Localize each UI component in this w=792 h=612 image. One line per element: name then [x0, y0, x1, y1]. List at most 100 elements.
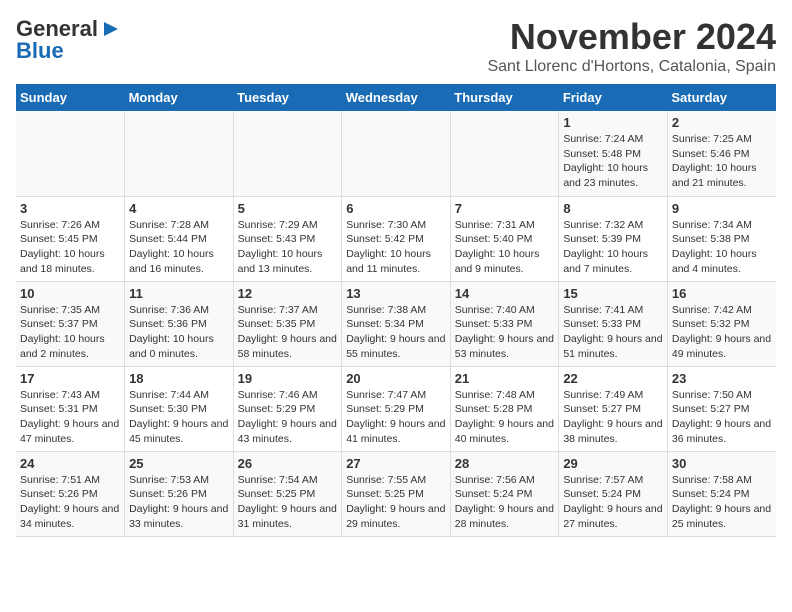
calendar-week-row: 24Sunrise: 7:51 AM Sunset: 5:26 PM Dayli…	[16, 451, 776, 536]
day-number: 25	[129, 456, 229, 471]
calendar-week-row: 17 Sunrise: 7:43 AM Sunset: 5:31 PM Dayli…	[16, 366, 776, 451]
day-info: Sunrise: 7:36 AM Sunset: 5:36 PM Dayligh…	[129, 303, 229, 362]
day-number: 21	[455, 371, 555, 386]
day-info: Sunrise: 7:24 AM Sunset: 5:48 PM Dayligh…	[563, 132, 663, 191]
day-info: Sunrise: 7:37 AM Sunset: 5:35 PM Dayligh…	[238, 303, 338, 362]
day-number: 10	[20, 286, 120, 301]
calendar-week-row: 10 Sunrise: 7:35 AM Sunset: 5:37 PM Dayli…	[16, 281, 776, 366]
calendar-cell: 18 Sunrise: 7:44 AM Sunset: 5:30 PM Dayli…	[125, 366, 234, 451]
calendar-cell: 21 Sunrise: 7:48 AM Sunset: 5:28 PM Dayli…	[450, 366, 559, 451]
day-number: 13	[346, 286, 446, 301]
calendar-cell: 13 Sunrise: 7:38 AM Sunset: 5:34 PM Dayli…	[342, 281, 451, 366]
calendar-cell: 15 Sunrise: 7:41 AM Sunset: 5:33 PM Dayli…	[559, 281, 668, 366]
calendar-cell: 24Sunrise: 7:51 AM Sunset: 5:26 PM Dayli…	[16, 451, 125, 536]
day-info: Sunrise: 7:35 AM Sunset: 5:37 PM Dayligh…	[20, 303, 120, 362]
day-info: Sunrise: 7:46 AM Sunset: 5:29 PM Dayligh…	[238, 388, 338, 447]
day-number: 7	[455, 201, 555, 216]
day-info: Sunrise: 7:25 AM Sunset: 5:46 PM Dayligh…	[672, 132, 772, 191]
calendar-cell: 17 Sunrise: 7:43 AM Sunset: 5:31 PM Dayli…	[16, 366, 125, 451]
day-number: 30	[672, 456, 772, 471]
calendar-cell: 3 Sunrise: 7:26 AM Sunset: 5:45 PM Daylig…	[16, 196, 125, 281]
day-number: 27	[346, 456, 446, 471]
day-number: 2	[672, 115, 772, 130]
day-number: 8	[563, 201, 663, 216]
calendar-cell	[233, 111, 342, 196]
calendar-cell: 26Sunrise: 7:54 AM Sunset: 5:25 PM Dayli…	[233, 451, 342, 536]
calendar-header-friday: Friday	[559, 84, 668, 111]
day-number: 19	[238, 371, 338, 386]
day-info: Sunrise: 7:49 AM Sunset: 5:27 PM Dayligh…	[563, 388, 663, 447]
day-info: Sunrise: 7:40 AM Sunset: 5:33 PM Dayligh…	[455, 303, 555, 362]
calendar-header-sunday: Sunday	[16, 84, 125, 111]
day-info: Sunrise: 7:54 AM Sunset: 5:25 PM Dayligh…	[238, 473, 338, 532]
day-info: Sunrise: 7:28 AM Sunset: 5:44 PM Dayligh…	[129, 218, 229, 277]
calendar-cell: 1 Sunrise: 7:24 AM Sunset: 5:48 PM Daylig…	[559, 111, 668, 196]
calendar-cell: 16Sunrise: 7:42 AM Sunset: 5:32 PM Dayli…	[667, 281, 776, 366]
calendar-table: SundayMondayTuesdayWednesdayThursdayFrid…	[16, 84, 776, 537]
day-info: Sunrise: 7:41 AM Sunset: 5:33 PM Dayligh…	[563, 303, 663, 362]
logo: General Blue	[16, 16, 122, 64]
day-info: Sunrise: 7:47 AM Sunset: 5:29 PM Dayligh…	[346, 388, 446, 447]
day-info: Sunrise: 7:32 AM Sunset: 5:39 PM Dayligh…	[563, 218, 663, 277]
day-number: 14	[455, 286, 555, 301]
calendar-cell: 23 Sunrise: 7:50 AM Sunset: 5:27 PM Dayli…	[667, 366, 776, 451]
calendar-cell: 28 Sunrise: 7:56 AM Sunset: 5:24 PM Dayli…	[450, 451, 559, 536]
calendar-cell	[342, 111, 451, 196]
day-number: 4	[129, 201, 229, 216]
day-number: 18	[129, 371, 229, 386]
calendar-cell: 27 Sunrise: 7:55 AM Sunset: 5:25 PM Dayli…	[342, 451, 451, 536]
calendar-cell: 30 Sunrise: 7:58 AM Sunset: 5:24 PM Dayli…	[667, 451, 776, 536]
day-info: Sunrise: 7:29 AM Sunset: 5:43 PM Dayligh…	[238, 218, 338, 277]
calendar-cell: 4 Sunrise: 7:28 AM Sunset: 5:44 PM Daylig…	[125, 196, 234, 281]
calendar-header-wednesday: Wednesday	[342, 84, 451, 111]
calendar-cell: 29 Sunrise: 7:57 AM Sunset: 5:24 PM Dayli…	[559, 451, 668, 536]
day-info: Sunrise: 7:34 AM Sunset: 5:38 PM Dayligh…	[672, 218, 772, 277]
calendar-cell: 6 Sunrise: 7:30 AM Sunset: 5:42 PM Daylig…	[342, 196, 451, 281]
day-number: 1	[563, 115, 663, 130]
calendar-cell	[450, 111, 559, 196]
calendar-cell: 14 Sunrise: 7:40 AM Sunset: 5:33 PM Dayli…	[450, 281, 559, 366]
logo-blue-text: Blue	[16, 38, 64, 64]
day-number: 12	[238, 286, 338, 301]
page-header: General Blue November 2024 Sant Llorenc …	[16, 16, 776, 76]
day-info: Sunrise: 7:44 AM Sunset: 5:30 PM Dayligh…	[129, 388, 229, 447]
calendar-cell	[125, 111, 234, 196]
day-info: Sunrise: 7:26 AM Sunset: 5:45 PM Dayligh…	[20, 218, 120, 277]
calendar-cell: 22 Sunrise: 7:49 AM Sunset: 5:27 PM Dayli…	[559, 366, 668, 451]
day-number: 5	[238, 201, 338, 216]
day-info: Sunrise: 7:57 AM Sunset: 5:24 PM Dayligh…	[563, 473, 663, 532]
day-info: Sunrise: 7:55 AM Sunset: 5:25 PM Dayligh…	[346, 473, 446, 532]
day-info: Sunrise: 7:38 AM Sunset: 5:34 PM Dayligh…	[346, 303, 446, 362]
calendar-header: SundayMondayTuesdayWednesdayThursdayFrid…	[16, 84, 776, 111]
day-info: Sunrise: 7:56 AM Sunset: 5:24 PM Dayligh…	[455, 473, 555, 532]
day-number: 23	[672, 371, 772, 386]
day-number: 29	[563, 456, 663, 471]
day-info: Sunrise: 7:30 AM Sunset: 5:42 PM Dayligh…	[346, 218, 446, 277]
calendar-cell: 10 Sunrise: 7:35 AM Sunset: 5:37 PM Dayli…	[16, 281, 125, 366]
day-number: 20	[346, 371, 446, 386]
calendar-cell: 9 Sunrise: 7:34 AM Sunset: 5:38 PM Daylig…	[667, 196, 776, 281]
calendar-cell: 11Sunrise: 7:36 AM Sunset: 5:36 PM Dayli…	[125, 281, 234, 366]
day-info: Sunrise: 7:58 AM Sunset: 5:24 PM Dayligh…	[672, 473, 772, 532]
calendar-cell: 25Sunrise: 7:53 AM Sunset: 5:26 PM Dayli…	[125, 451, 234, 536]
day-number: 17	[20, 371, 120, 386]
day-number: 6	[346, 201, 446, 216]
day-number: 22	[563, 371, 663, 386]
day-info: Sunrise: 7:50 AM Sunset: 5:27 PM Dayligh…	[672, 388, 772, 447]
day-number: 15	[563, 286, 663, 301]
calendar-cell: 19 Sunrise: 7:46 AM Sunset: 5:29 PM Dayli…	[233, 366, 342, 451]
day-number: 28	[455, 456, 555, 471]
calendar-header-saturday: Saturday	[667, 84, 776, 111]
calendar-cell: 7Sunrise: 7:31 AM Sunset: 5:40 PM Daylig…	[450, 196, 559, 281]
calendar-cell	[16, 111, 125, 196]
calendar-cell: 5 Sunrise: 7:29 AM Sunset: 5:43 PM Daylig…	[233, 196, 342, 281]
calendar-cell: 8 Sunrise: 7:32 AM Sunset: 5:39 PM Daylig…	[559, 196, 668, 281]
calendar-header-monday: Monday	[125, 84, 234, 111]
day-number: 9	[672, 201, 772, 216]
day-info: Sunrise: 7:48 AM Sunset: 5:28 PM Dayligh…	[455, 388, 555, 447]
day-number: 3	[20, 201, 120, 216]
location-subtitle: Sant Llorenc d'Hortons, Catalonia, Spain	[487, 58, 776, 76]
day-info: Sunrise: 7:43 AM Sunset: 5:31 PM Dayligh…	[20, 388, 120, 447]
calendar-week-row: 3 Sunrise: 7:26 AM Sunset: 5:45 PM Daylig…	[16, 196, 776, 281]
day-info: Sunrise: 7:51 AM Sunset: 5:26 PM Dayligh…	[20, 473, 120, 532]
